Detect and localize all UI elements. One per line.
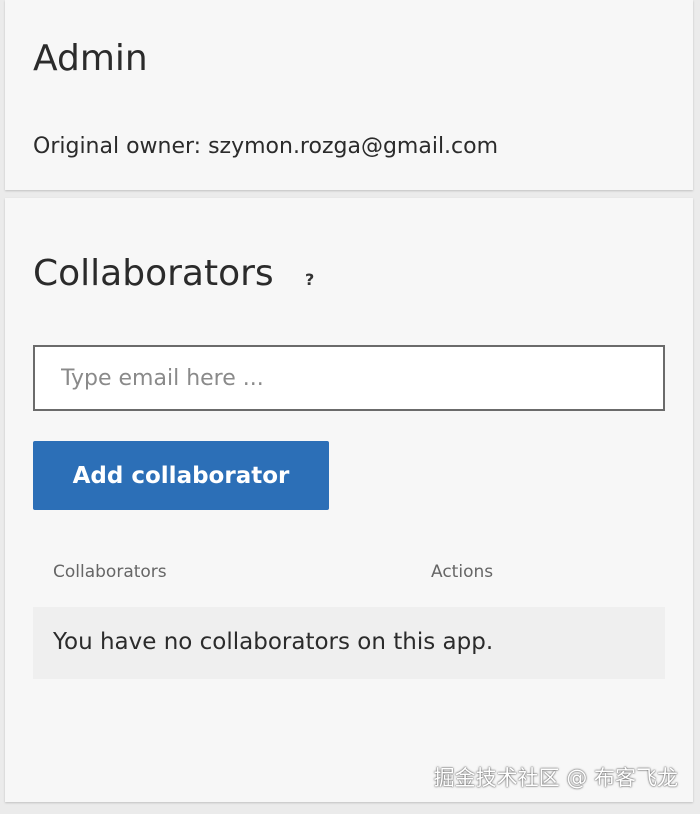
add-collaborator-button[interactable]: Add collaborator bbox=[33, 441, 329, 510]
collaborators-title: Collaborators bbox=[33, 253, 274, 294]
help-icon[interactable]: ? bbox=[305, 270, 314, 289]
watermark: 掘金技术社区 @ 布客飞龙 bbox=[433, 766, 678, 790]
admin-title: Admin bbox=[33, 38, 148, 79]
column-header-actions: Actions bbox=[431, 562, 494, 582]
admin-card: Admin Original owner: szymon.rozga@gmail… bbox=[5, 0, 693, 190]
collaborators-card: Collaborators ? Add collaborator Collabo… bbox=[5, 198, 693, 802]
column-header-collaborators: Collaborators bbox=[53, 562, 167, 582]
email-input[interactable] bbox=[33, 345, 665, 411]
empty-state-message: You have no collaborators on this app. bbox=[53, 629, 494, 655]
original-owner-text: Original owner: szymon.rozga@gmail.com bbox=[33, 134, 499, 159]
empty-collaborators-row: You have no collaborators on this app. bbox=[33, 607, 665, 679]
